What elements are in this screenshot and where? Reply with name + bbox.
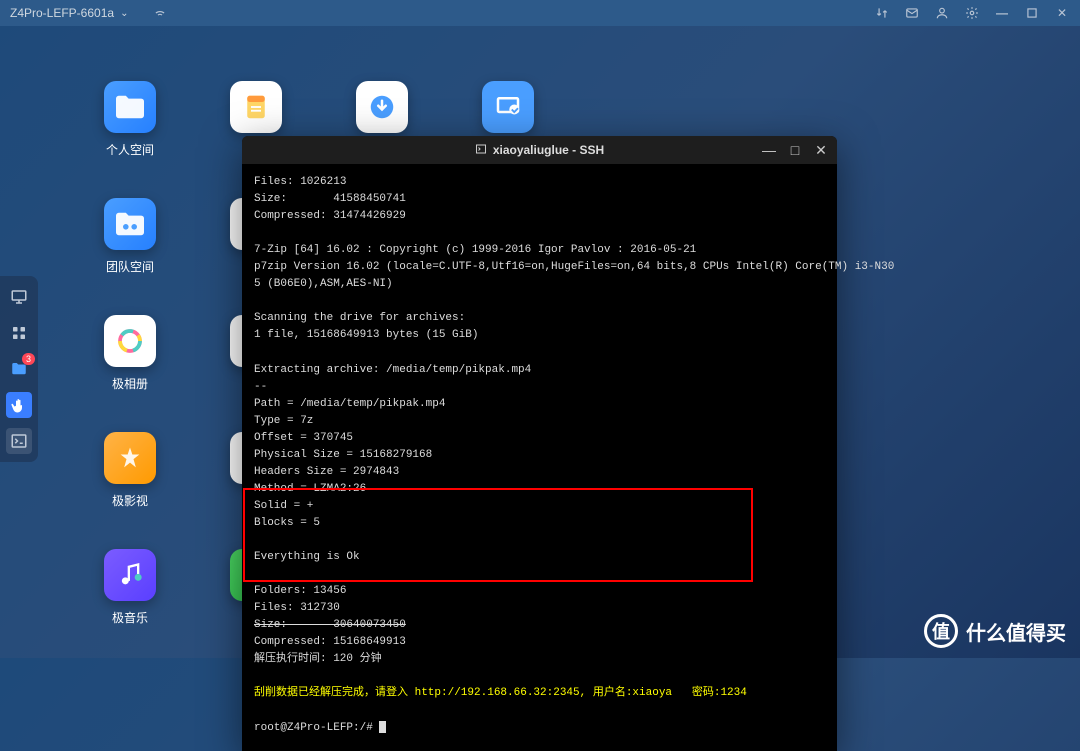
gear-icon[interactable] bbox=[964, 5, 980, 21]
screen-icon bbox=[482, 81, 534, 133]
wifi-icon bbox=[152, 5, 168, 21]
desktop-icon-music[interactable]: 极音乐 bbox=[97, 549, 163, 626]
host-name: Z4Pro-LEFP-6601a bbox=[10, 6, 114, 20]
photo-icon bbox=[104, 315, 156, 367]
terminal-prompt: root@Z4Pro-LEFP:/# bbox=[254, 722, 379, 734]
user-icon[interactable] bbox=[934, 5, 950, 21]
terminal-success-line: 刮削数据已经解压完成，请登入 http://192.168.66.32:2345… bbox=[254, 687, 747, 699]
desktop-icon-screen[interactable] bbox=[475, 81, 541, 141]
desktop-icon-video[interactable]: 极影视 bbox=[97, 432, 163, 509]
icon-label: 极音乐 bbox=[112, 609, 148, 626]
close-icon[interactable]: ✕ bbox=[1054, 5, 1070, 21]
video-icon bbox=[104, 432, 156, 484]
terminal-output: Files: 1026213 Size: 41588450741 Compres… bbox=[254, 176, 894, 614]
terminal-cursor bbox=[379, 721, 386, 733]
terminal-window: xiaoyaliuglue - SSH — □ ✕ Files: 1026213… bbox=[242, 136, 837, 751]
terminal-time-line: 解压执行时间: 120 分钟 bbox=[254, 653, 382, 665]
download-icon bbox=[356, 81, 408, 133]
dock-apps[interactable] bbox=[6, 320, 32, 346]
terminal-minimize-button[interactable]: — bbox=[761, 142, 777, 158]
icon-label: 团队空间 bbox=[106, 258, 154, 275]
icon-label: 极相册 bbox=[112, 375, 148, 392]
minimize-icon[interactable]: — bbox=[994, 5, 1010, 21]
dock-monitor[interactable] bbox=[6, 284, 32, 310]
terminal-body[interactable]: Files: 1026213 Size: 41588450741 Compres… bbox=[242, 164, 837, 751]
music-icon bbox=[104, 549, 156, 601]
terminal-maximize-button[interactable]: □ bbox=[787, 142, 803, 158]
watermark-badge: 值 bbox=[924, 614, 958, 648]
terminal-titlebar[interactable]: xiaoyaliuglue - SSH — □ ✕ bbox=[242, 136, 837, 164]
terminal-struck-line: Size: 30640073450 bbox=[254, 619, 406, 631]
terminal-close-button[interactable]: ✕ bbox=[813, 142, 829, 158]
note-icon bbox=[230, 81, 282, 133]
chevron-down-icon: ⌄ bbox=[120, 8, 128, 19]
topbar-title[interactable]: Z4Pro-LEFP-6601a ⌄ bbox=[10, 5, 168, 21]
sidebar-dock: 3 bbox=[0, 276, 38, 462]
topbar: Z4Pro-LEFP-6601a ⌄ — ✕ bbox=[0, 0, 1080, 26]
desktop: 3 个人空间 团队空间 极相册 极影视 极音乐 记事 bbox=[0, 26, 1080, 658]
maximize-icon[interactable] bbox=[1024, 5, 1040, 21]
desktop-icon-team-space[interactable]: 团队空间 bbox=[97, 198, 163, 275]
terminal-title: xiaoyaliuglue - SSH bbox=[493, 143, 604, 157]
transfer-icon[interactable] bbox=[874, 5, 890, 21]
terminal-icon bbox=[475, 143, 487, 158]
mail-icon[interactable] bbox=[904, 5, 920, 21]
folder-icon bbox=[104, 81, 156, 133]
terminal-compressed-line: Compressed: 15168649913 bbox=[254, 636, 406, 648]
desktop-icon-photo[interactable]: 极相册 bbox=[97, 315, 163, 392]
desktop-icon-personal-space[interactable]: 个人空间 bbox=[97, 81, 163, 158]
dock-terminal[interactable] bbox=[6, 428, 32, 454]
dock-badge: 3 bbox=[22, 353, 35, 365]
dock-folder[interactable]: 3 bbox=[6, 356, 32, 382]
icon-label: 极影视 bbox=[112, 492, 148, 509]
watermark: 值 什么值得买 bbox=[924, 614, 1066, 648]
dock-hand[interactable] bbox=[6, 392, 32, 418]
watermark-text: 什么值得买 bbox=[966, 617, 1066, 646]
desktop-icon-download[interactable] bbox=[349, 81, 415, 141]
icon-label: 个人空间 bbox=[106, 141, 154, 158]
folder-team-icon bbox=[104, 198, 156, 250]
